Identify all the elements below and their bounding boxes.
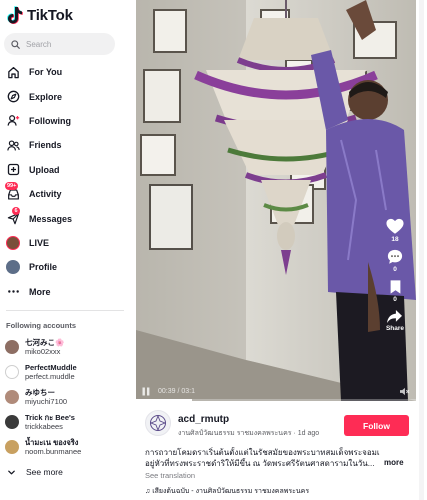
avatar xyxy=(5,364,19,379)
video-caption: การถวายโคมดราเริ่นต้นตั้งแต่ในรัชสมัยของ… xyxy=(145,447,380,469)
nav-label: LIVE xyxy=(29,237,50,248)
see-translation-link[interactable]: See translation xyxy=(145,471,195,480)
profile-avatar xyxy=(6,260,20,275)
following-account[interactable]: 七河みこ🌸 miko02xxx xyxy=(5,334,133,359)
following-accounts-title: Following accounts xyxy=(6,321,77,330)
video-time: 00:39 / 03:1 xyxy=(158,387,195,395)
bookmark-icon xyxy=(390,280,400,294)
avatar xyxy=(5,389,19,404)
heart-icon xyxy=(386,218,404,234)
more-icon xyxy=(6,285,20,299)
bookmark-count: 0 xyxy=(393,296,397,303)
nav-item-explore[interactable]: Explore xyxy=(0,84,136,108)
video-frame xyxy=(136,0,416,401)
account-handle: miyuchi7100 xyxy=(25,396,68,406)
tiktok-logo-icon xyxy=(7,6,23,24)
pause-icon[interactable] xyxy=(142,387,150,396)
following-account[interactable]: น้ำมะเน ของจริง noom.bunmanee xyxy=(5,434,133,459)
comment-action[interactable]: 0 xyxy=(387,249,403,273)
inbox-icon: 99+ xyxy=(5,182,20,201)
nav-label: Explore xyxy=(29,91,63,102)
nav-item-live[interactable]: LIVE xyxy=(0,231,136,255)
nav-item-friends[interactable]: Friends xyxy=(0,133,136,157)
nav-item-upload[interactable]: Upload xyxy=(0,158,136,182)
share-action[interactable]: Share xyxy=(386,309,404,332)
nav-item-for-you[interactable]: For You xyxy=(0,60,136,84)
video-player[interactable]: 18 0 0 Share 00:39 / 03:1 xyxy=(136,0,416,401)
avatar xyxy=(5,439,19,454)
nav-label: More xyxy=(29,286,51,297)
post-info: acd_rmutp งานศิลป์วัฒนธรรม ราชมงคลพระนคร… xyxy=(136,401,416,500)
author-nickname-date: งานศิลป์วัฒนธรรม ราชมงคลพระนคร · 1d ago xyxy=(178,430,320,437)
following-account[interactable]: PerfectMuddle perfect.muddle xyxy=(5,359,133,384)
see-more-label: See more xyxy=(26,467,63,477)
video-actions: 18 0 0 Share xyxy=(380,218,410,336)
search-icon xyxy=(11,39,20,49)
following-account[interactable]: Trick กะ Bee's trickkabees xyxy=(5,409,133,434)
nav-label: Friends xyxy=(29,140,62,151)
user-plus-icon xyxy=(6,114,20,128)
nav-label: Following xyxy=(29,115,71,126)
send-icon: 6 xyxy=(6,206,20,226)
caption-more-link[interactable]: more xyxy=(384,458,404,467)
caption-line: อยู่หัวที่ทรงพระราชดำริให้มีขึ้น ณ วัดพร… xyxy=(145,459,375,468)
music-link[interactable]: ♫ เสียงต้นฉบับ - งานศิลป์วัฒนธรรม ราชมงค… xyxy=(145,486,309,497)
video-controls: 00:39 / 03:1 xyxy=(142,385,410,397)
avatar xyxy=(5,339,19,354)
app-name: TikTok xyxy=(27,6,73,24)
account-handle: trickkabees xyxy=(25,421,63,431)
tiktok-logo[interactable]: TikTok xyxy=(7,5,73,25)
account-handle: noom.bunmanee xyxy=(25,446,82,456)
like-count: 18 xyxy=(391,236,399,243)
sidebar: TikTok For You Explore Following xyxy=(0,0,136,500)
main-nav: For You Explore Following Friends Upload xyxy=(0,60,136,304)
friends-icon xyxy=(6,138,20,152)
nav-item-more[interactable]: More xyxy=(0,280,136,304)
avatar xyxy=(5,414,19,429)
search-box[interactable] xyxy=(4,33,115,55)
account-name: PerfectMuddle xyxy=(25,362,77,372)
search-input[interactable] xyxy=(26,39,106,49)
caption-line: การถวายโคมดราเริ่นต้นตั้งแต่ในรัชสมัยของ… xyxy=(145,448,380,457)
volume-muted-icon[interactable] xyxy=(399,387,410,396)
home-icon xyxy=(6,65,20,79)
follow-button[interactable]: Follow xyxy=(344,415,409,436)
messages-badge: 6 xyxy=(12,206,20,215)
account-name: น้ำมะเน ของจริง xyxy=(25,437,79,447)
author-avatar[interactable] xyxy=(145,410,171,436)
author-username[interactable]: acd_rmutp xyxy=(178,414,229,425)
bookmark-action[interactable]: 0 xyxy=(389,279,402,303)
compass-icon xyxy=(6,90,20,104)
nav-label: For You xyxy=(29,67,63,78)
live-avatar xyxy=(6,235,20,250)
following-accounts-list: 七河みこ🌸 miko02xxx PerfectMuddle perfect.mu… xyxy=(5,334,133,459)
account-name: みゆちー xyxy=(25,387,55,397)
share-label: Share xyxy=(385,325,405,332)
comment-icon xyxy=(387,249,403,264)
like-action[interactable]: 18 xyxy=(386,218,404,243)
account-name: Trick กะ Bee's xyxy=(25,412,75,422)
nav-label: Upload xyxy=(29,164,60,175)
account-name: 七河みこ🌸 xyxy=(25,337,65,347)
share-icon xyxy=(387,309,403,324)
see-more-button[interactable]: See more xyxy=(7,467,63,477)
account-handle: miko02xxx xyxy=(25,346,61,356)
account-handle: perfect.muddle xyxy=(25,371,75,381)
nav-item-activity[interactable]: 99+ Activity xyxy=(0,182,136,206)
nav-label: Messages xyxy=(29,213,73,224)
chevron-down-icon xyxy=(8,470,15,474)
music-label: ♫ เสียงต้นฉบับ - งานศิลป์วัฒนธรรม ราชมงค… xyxy=(145,488,310,495)
comment-count: 0 xyxy=(393,266,397,273)
page-scrollbar[interactable] xyxy=(419,0,424,500)
sidebar-divider xyxy=(6,310,124,311)
nav-item-profile[interactable]: Profile xyxy=(0,255,136,279)
following-account[interactable]: みゆちー miyuchi7100 xyxy=(5,384,133,409)
activity-badge: 99+ xyxy=(5,182,19,191)
author-logo-icon xyxy=(149,414,167,432)
nav-item-following[interactable]: Following xyxy=(0,109,136,133)
nav-label: Activity xyxy=(29,189,62,200)
nav-label: Profile xyxy=(29,262,58,273)
upload-icon xyxy=(6,163,20,177)
nav-item-messages[interactable]: 6 Messages xyxy=(0,206,136,230)
